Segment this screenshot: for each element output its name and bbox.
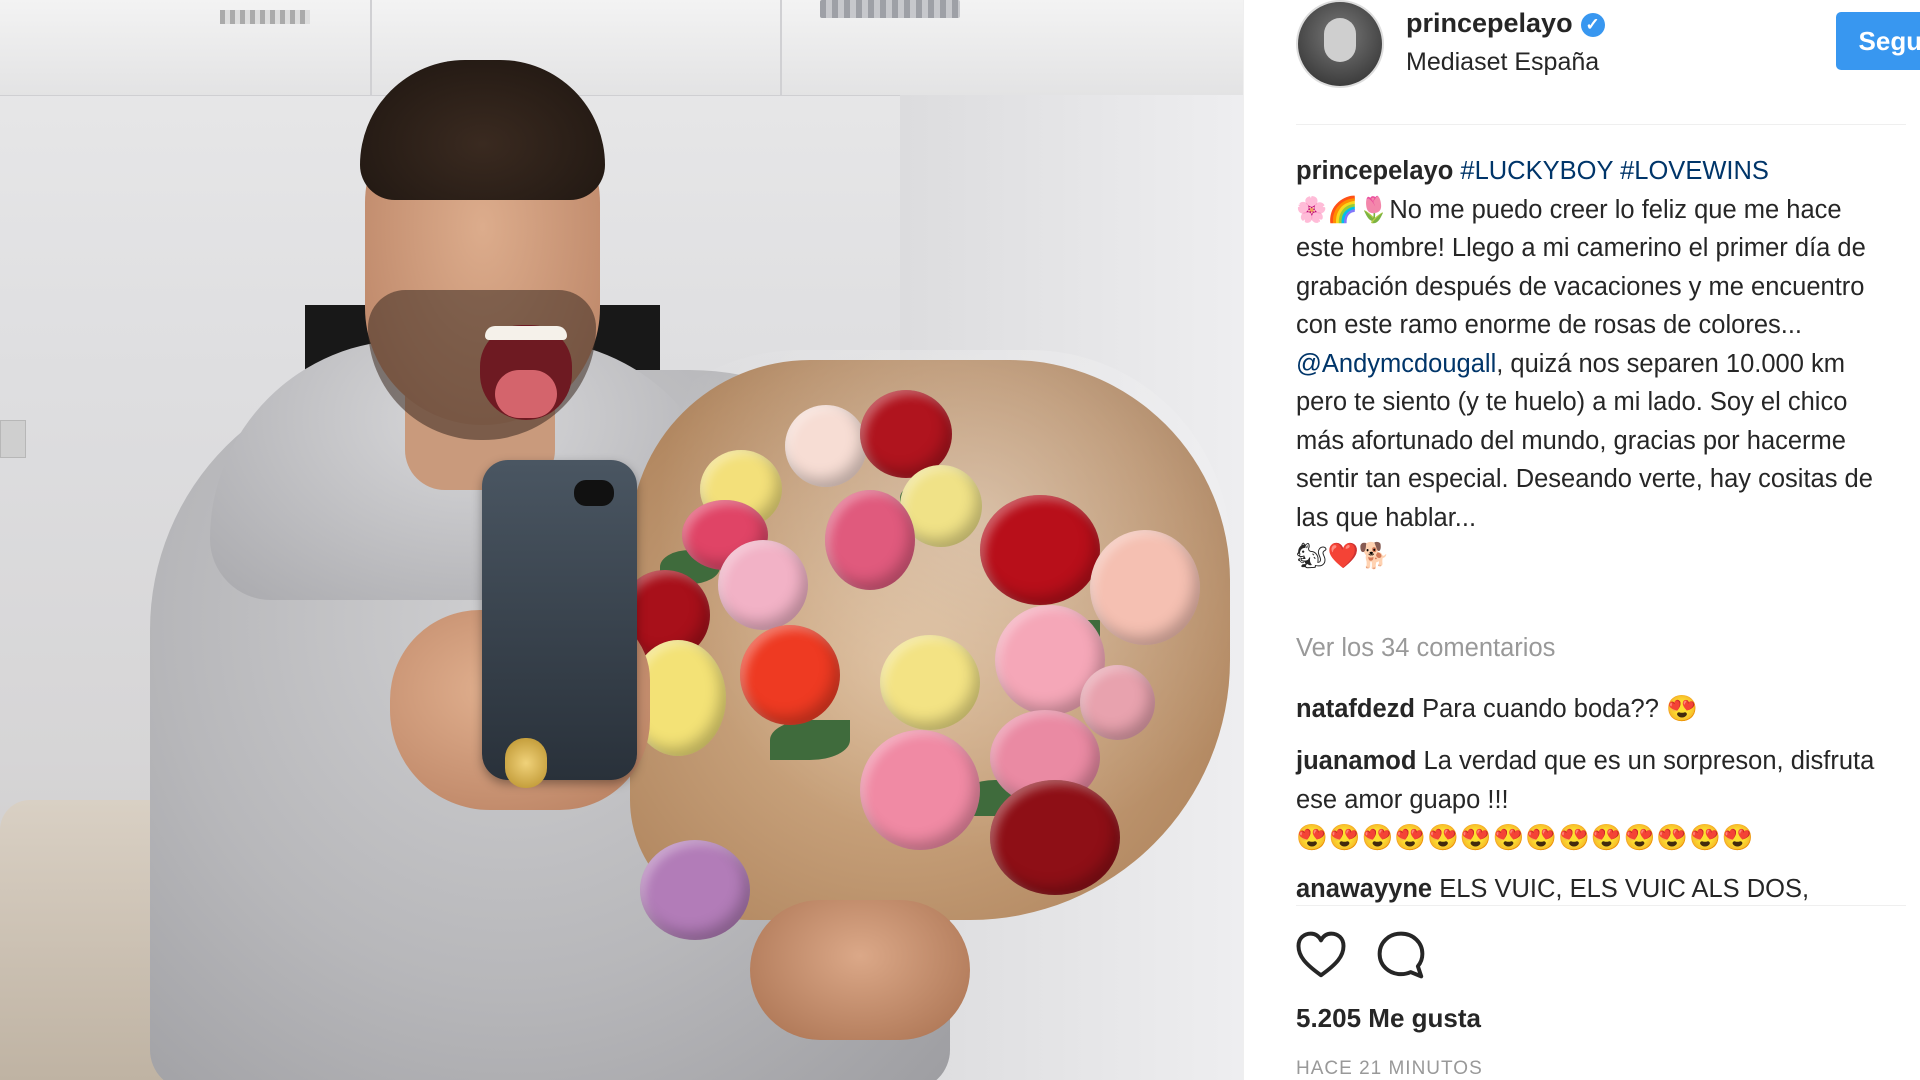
caption-emojis: 🌸🌈🌷 <box>1296 195 1390 224</box>
ceiling-vent <box>820 0 960 18</box>
comment-username[interactable]: natafdezd <box>1296 695 1415 723</box>
avatar-face <box>1324 18 1356 62</box>
caption-emojis: 🐿❤️🐕 <box>1296 542 1390 570</box>
pink-rose <box>1080 665 1155 740</box>
rose-bouquet <box>600 350 1240 940</box>
verified-badge-icon: ✓ <box>1580 13 1605 37</box>
peach-rose <box>1090 530 1200 645</box>
actions-divider <box>1296 905 1906 906</box>
ceiling-vent <box>220 10 310 24</box>
white-rose <box>785 405 867 487</box>
teeth <box>485 326 567 340</box>
hashtag-link[interactable]: #LOVEWINS <box>1620 157 1769 185</box>
lavender-rose <box>640 840 750 940</box>
wall-outlet <box>0 420 26 458</box>
comment: juanamod La verdad que es un sorpreson, … <box>1296 742 1906 858</box>
light-pink-rose <box>718 540 808 630</box>
camera-lens-icon <box>574 480 614 506</box>
leaf <box>770 720 850 760</box>
comment: anawayyne ELS VUIC, ELS VUIC ALS DOS, <box>1296 870 1906 906</box>
orange-rose <box>740 625 840 725</box>
hand <box>750 900 970 1040</box>
hair <box>360 60 605 200</box>
pink-rose <box>860 730 980 850</box>
bicolor-rose <box>825 490 915 590</box>
comment: natafdezd Para cuando boda?? 😍 <box>1296 690 1906 729</box>
comment-username[interactable]: juanamod <box>1296 747 1416 775</box>
post-photo[interactable] <box>0 0 1243 1080</box>
mention-link[interactable]: @Andymcdougall <box>1296 350 1496 378</box>
post-timestamp[interactable]: HACE 21 MINUTOS <box>1296 1058 1483 1080</box>
hashtag-link[interactable]: #LUCKYBOY <box>1460 157 1613 185</box>
post-sidebar: princepelayo ✓ Mediaset España Seguir pri… <box>1243 0 1920 1080</box>
username[interactable]: princepelayo ✓ <box>1406 8 1605 39</box>
follow-button[interactable]: Seguir <box>1836 12 1920 70</box>
comment-text: ELS VUIC, ELS VUIC ALS DOS, <box>1439 875 1810 903</box>
username-text[interactable]: princepelayo <box>1406 8 1573 38</box>
likes-count[interactable]: 5.205 Me gusta <box>1296 1003 1481 1034</box>
post-header: princepelayo ✓ Mediaset España Seguir <box>1296 0 1920 125</box>
caption-username[interactable]: princepelayo <box>1296 157 1453 185</box>
heart-outline-icon[interactable] <box>1294 928 1348 982</box>
yellow-rose <box>880 635 980 730</box>
avatar[interactable] <box>1296 0 1384 88</box>
tongue <box>495 370 557 418</box>
instagram-post: princepelayo ✓ Mediaset España Seguir pri… <box>0 0 1920 1080</box>
dark-red-rose <box>990 780 1120 895</box>
caption: princepelayo #LUCKYBOY #LOVEWINS 🌸🌈🌷No m… <box>1296 152 1896 576</box>
speech-bubble-icon[interactable] <box>1374 928 1428 982</box>
comment-emojis: 😍😍😍😍😍😍😍😍😍😍😍😍😍😍 <box>1296 824 1755 852</box>
location-link[interactable]: Mediaset España <box>1406 48 1599 77</box>
gold-ring <box>505 738 547 788</box>
smartphone <box>482 460 637 780</box>
view-all-comments-link[interactable]: Ver los 34 comentarios <box>1296 634 1555 663</box>
comment-text: Para cuando boda?? 😍 <box>1422 695 1698 723</box>
comment-username[interactable]: anawayyne <box>1296 875 1432 903</box>
red-rose <box>980 495 1100 605</box>
